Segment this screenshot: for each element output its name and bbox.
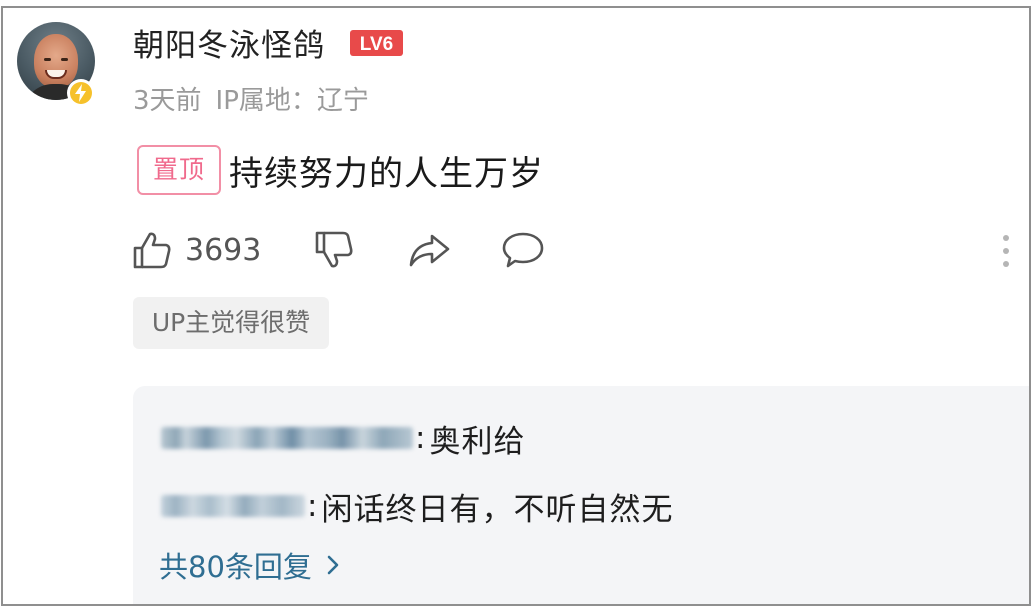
share-button[interactable] <box>407 228 451 272</box>
reply-item[interactable]: : 闲话终日有，不听自然无 <box>161 484 673 528</box>
reply-separator: : <box>415 420 426 456</box>
pinned-tag: 置顶 <box>137 145 221 195</box>
thumbs-down-icon <box>315 231 353 268</box>
up-liked-badge: UP主觉得很赞 <box>133 297 329 349</box>
reply-button[interactable] <box>501 228 545 272</box>
thumbs-up-icon <box>133 232 171 269</box>
more-vertical-icon[interactable] <box>1001 234 1011 268</box>
like-count: 3693 <box>185 232 262 268</box>
level-badge: LV6 <box>350 30 403 56</box>
dislike-button[interactable] <box>313 228 357 272</box>
reply-username-blurred <box>161 427 413 449</box>
reply-text: 闲话终日有，不听自然无 <box>321 491 674 528</box>
view-all-replies-label: 共80条回复 <box>159 550 312 584</box>
share-icon <box>409 234 450 267</box>
comment-card: 朝阳冬泳怪鸽 LV6 3天前 IP属地：辽宁 置顶 持续努力的人生万岁 3693 <box>1 6 1031 606</box>
like-button[interactable]: 3693 <box>131 228 261 272</box>
reply-text: 奥利给 <box>429 423 526 460</box>
username[interactable]: 朝阳冬泳怪鸽 <box>133 20 325 65</box>
reply-item[interactable]: : 奥利给 <box>161 416 525 460</box>
replies-panel: : 奥利给 : 闲话终日有，不听自然无 共80条回复 <box>133 386 1029 604</box>
reply-username-blurred <box>161 495 305 517</box>
comment-icon <box>502 232 544 268</box>
svg-text:LV6: LV6 <box>360 34 393 55</box>
comment-text: 持续努力的人生万岁 <box>229 154 544 194</box>
reply-separator: : <box>307 488 318 524</box>
view-all-replies-link[interactable]: 共80条回复 <box>159 544 340 586</box>
chevron-right-icon <box>327 555 339 575</box>
comment-meta: 3天前 IP属地：辽宁 <box>133 80 369 117</box>
ip-location: IP属地：辽宁 <box>215 86 369 116</box>
lightning-icon <box>67 79 95 107</box>
comment-time: 3天前 <box>133 86 202 116</box>
avatar-face <box>34 34 78 88</box>
